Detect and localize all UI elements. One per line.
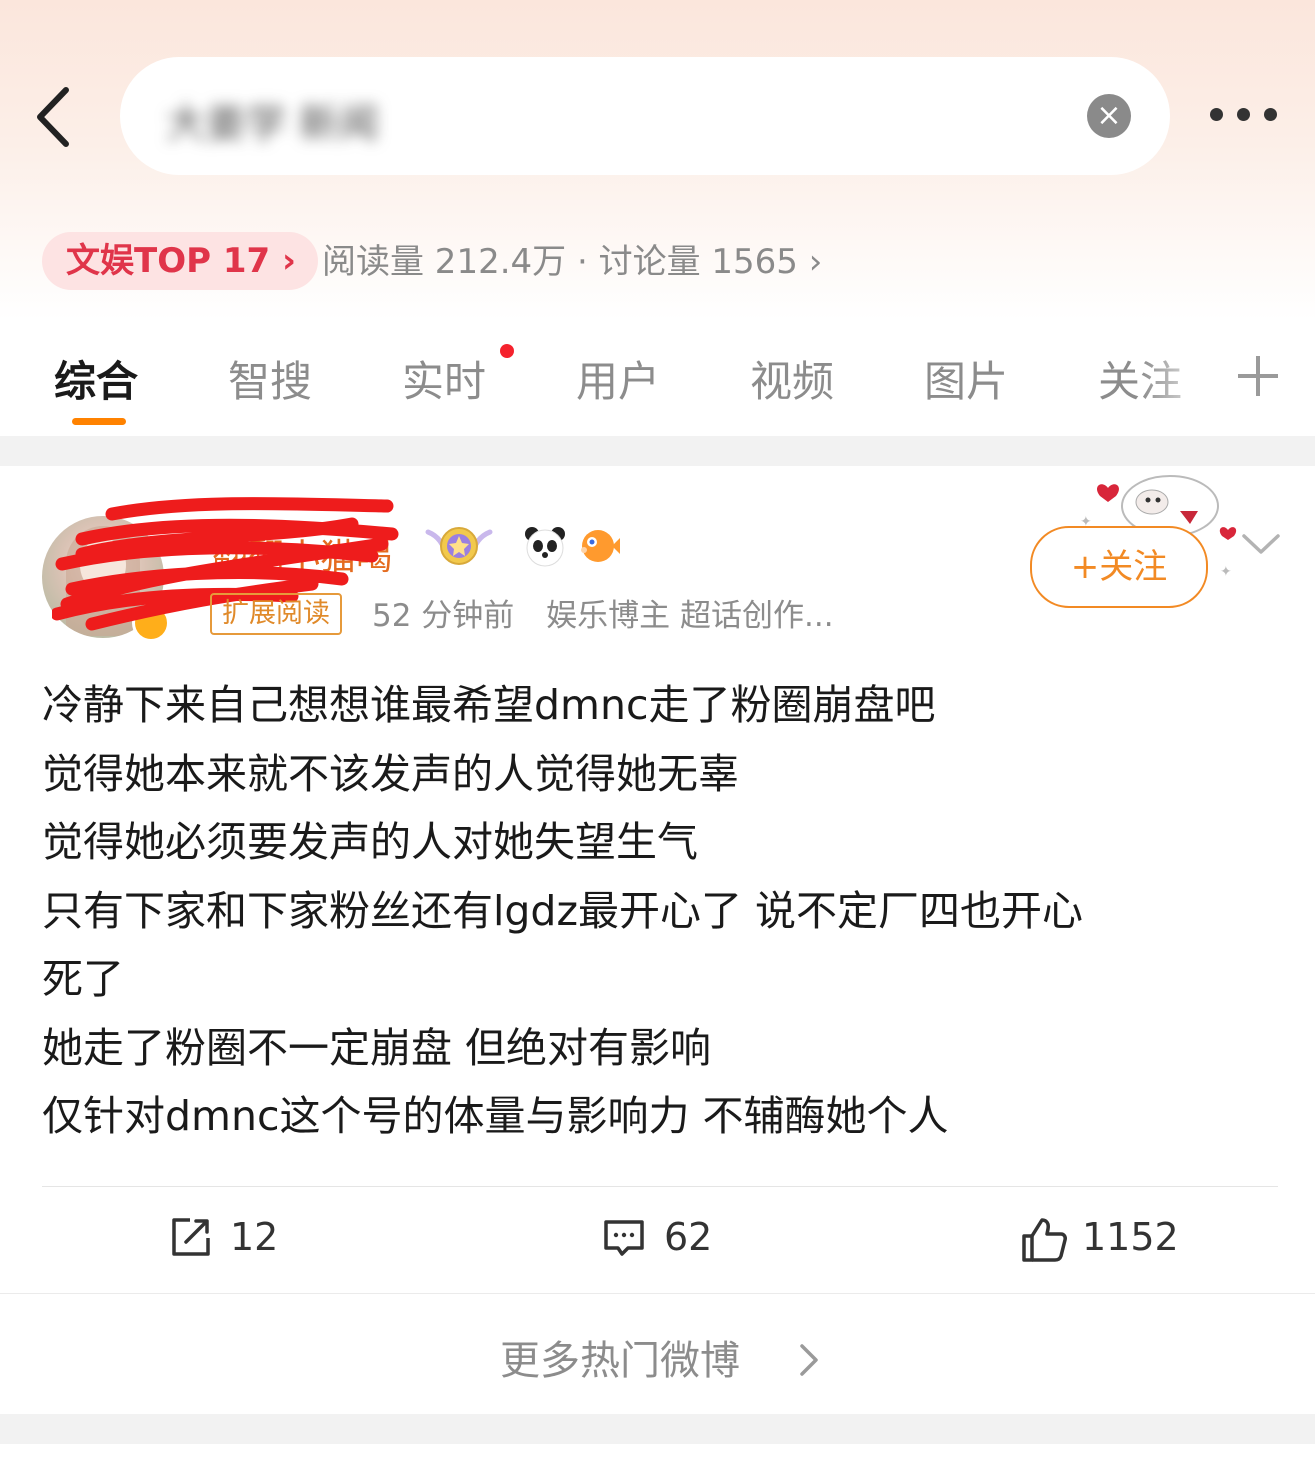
section-separator bbox=[0, 436, 1315, 466]
card-divider bbox=[0, 1293, 1315, 1294]
next-card-edge bbox=[0, 1444, 1315, 1476]
fish-icon bbox=[581, 530, 620, 562]
back-chevron-icon[interactable] bbox=[30, 82, 80, 152]
tabs-fade bbox=[1140, 330, 1220, 430]
tab-realtime[interactable]: 实时 bbox=[402, 348, 486, 409]
more-hot-weibo-link[interactable]: 更多热门微博 bbox=[0, 1306, 1315, 1406]
clear-x-icon[interactable]: × bbox=[1087, 94, 1131, 138]
search-query-text: 大姜学 新闻 bbox=[166, 101, 379, 147]
post-line: 只有下家和下家粉丝还有lgdz最开心了 说不定厂四也开心 bbox=[42, 886, 1083, 935]
post-line: 觉得她本来就不该发声的人觉得她无辜 bbox=[42, 749, 739, 798]
post-line: 死了 bbox=[42, 955, 124, 1003]
chevron-right-icon bbox=[800, 1344, 818, 1376]
expand-reading-tag[interactable]: 扩展阅读 bbox=[210, 593, 342, 635]
topic-stats[interactable]: 阅读量 212.4万 · 讨论量 1565 › bbox=[322, 240, 822, 284]
post-line: 仅针对dmnc这个号的体量与影响力 不辅酶她个人 bbox=[42, 1092, 949, 1140]
weibo-post-card: 翻翻小猫喝 扩展阅读 52 分钟前 娱乐博主 超话创作... ✦ ✦ +关注 冷… bbox=[0, 466, 1315, 1414]
topic-rank-badge[interactable]: 文娱TOP 17 › bbox=[42, 232, 319, 290]
panda-icon bbox=[525, 527, 565, 567]
realtime-dot-icon bbox=[500, 344, 514, 358]
post-username[interactable]: 翻翻小猫喝 bbox=[212, 528, 392, 580]
author-tags: 娱乐博主 超话创作... bbox=[546, 598, 834, 634]
verified-badge-icon bbox=[132, 604, 170, 642]
post-line: 她走了粉圈不一定崩盘 但绝对有影响 bbox=[42, 1023, 712, 1072]
like-count: 1152 bbox=[1082, 1215, 1179, 1259]
more-hot-label: 更多热门微博 bbox=[500, 1338, 740, 1384]
thumbs-up-icon bbox=[1022, 1218, 1067, 1262]
search-input[interactable]: 大姜学 新闻 × bbox=[120, 57, 1170, 175]
tab-images[interactable]: 图片 bbox=[924, 348, 1008, 409]
post-meta: 52 分钟前 娱乐博主 超话创作... bbox=[372, 590, 856, 635]
chevron-down-icon[interactable] bbox=[1240, 528, 1282, 558]
comment-icon bbox=[604, 1220, 644, 1256]
tab-users[interactable]: 用户 bbox=[576, 348, 660, 409]
post-line: 觉得她必须要发声的人对她失望生气 bbox=[42, 818, 698, 866]
level-badge-icon bbox=[425, 527, 493, 565]
repost-icon bbox=[172, 1218, 210, 1256]
tab-comprehensive[interactable]: 综合 bbox=[54, 348, 138, 409]
action-divider bbox=[42, 1186, 1278, 1187]
search-tabs: 综合 智搜 实时 用户 视频 图片 关注 bbox=[0, 330, 1315, 436]
post-text: 冷静下来自己想想谁最希望dmnc走了粉圈崩盘吧 觉得她本来就不该发声的人觉得她无… bbox=[42, 671, 1282, 1151]
add-tab-plus-icon[interactable] bbox=[1236, 354, 1280, 398]
post-time: 52 分钟前 bbox=[372, 598, 515, 634]
svg-text:✦: ✦ bbox=[1220, 564, 1232, 580]
repost-count: 12 bbox=[230, 1215, 279, 1259]
comment-count: 62 bbox=[664, 1215, 713, 1259]
tab-videos[interactable]: 视频 bbox=[750, 348, 834, 409]
active-tab-indicator bbox=[72, 418, 126, 425]
tab-smart-search[interactable]: 智搜 bbox=[228, 348, 312, 409]
post-line: 冷静下来自己想想谁最希望dmnc走了粉圈崩盘吧 bbox=[42, 681, 936, 729]
top-header: 大姜学 新闻 × 文娱TOP 17 › 阅读量 212.4万 · 讨论量 156… bbox=[0, 0, 1315, 320]
more-dots-icon[interactable] bbox=[1210, 108, 1280, 124]
follow-button[interactable]: +关注 bbox=[1030, 526, 1208, 608]
